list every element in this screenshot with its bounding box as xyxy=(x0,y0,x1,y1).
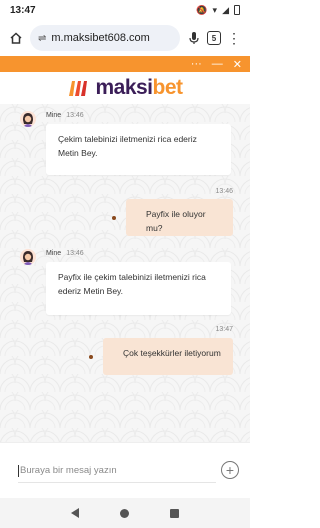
chat-messages[interactable]: Mine 13:46 Çekim talebinizi iletmenizi ri… xyxy=(0,104,250,442)
more-options-icon[interactable]: ··· xyxy=(191,58,202,70)
outgoing-message: Çok teşekkürler iletiyorum xyxy=(89,338,233,375)
status-bar: 13:47 🔕 ▾ ◢ xyxy=(0,0,250,20)
status-dot-icon xyxy=(89,354,93,359)
message-meta: Mine 13:46 xyxy=(46,112,84,119)
close-icon[interactable]: ✕ xyxy=(233,58,242,71)
back-icon[interactable] xyxy=(70,508,79,518)
signal-icon: ◢ xyxy=(222,4,229,15)
message-composer: Buraya bir mesaj yazın + xyxy=(0,442,250,498)
battery-icon xyxy=(234,5,240,15)
message-text: Payfix ile oluyor mu? xyxy=(146,209,206,233)
text-caret xyxy=(18,464,19,477)
chat-widget-header: ··· — ✕ xyxy=(0,56,250,72)
message-text: Payfix ile çekim talebinizi iletmenizi r… xyxy=(58,272,206,296)
minimize-icon[interactable]: — xyxy=(212,58,223,70)
status-time: 13:47 xyxy=(10,4,36,16)
message-time: 13:46 xyxy=(66,250,84,257)
outgoing-message: Payfix ile oluyor mu? xyxy=(112,199,233,236)
add-attachment-button[interactable]: + xyxy=(221,461,239,479)
microphone-icon[interactable] xyxy=(184,28,204,48)
system-icons: 🔕 ▾ ◢ xyxy=(196,5,240,16)
brand-header: maksibet xyxy=(0,72,250,104)
system-navigation-bar xyxy=(0,498,250,528)
more-menu-icon[interactable]: ⋮ xyxy=(224,28,244,48)
message-text: Çekim talebinizi iletmenizi rica ederiz … xyxy=(58,134,197,158)
tab-switcher-button[interactable]: 5 xyxy=(204,28,224,48)
brand-name-part1: maksi xyxy=(95,76,153,99)
status-dot-icon xyxy=(112,215,116,220)
browser-toolbar: ⇌ m.maksibet608.com 5 ⋮ xyxy=(0,20,250,56)
recent-apps-icon[interactable] xyxy=(170,508,180,518)
tab-count: 5 xyxy=(207,31,221,45)
url-text: m.maksibet608.com xyxy=(51,32,150,44)
message-time: 13:46 xyxy=(215,188,233,195)
message-time: 13:46 xyxy=(66,112,84,119)
incoming-message: Payfix ile çekim talebinizi iletmenizi r… xyxy=(46,262,231,315)
message-time: 13:47 xyxy=(215,326,233,333)
message-input[interactable]: Buraya bir mesaj yazın xyxy=(18,459,216,483)
logo-mark-icon xyxy=(69,81,88,96)
agent-avatar xyxy=(20,249,36,265)
plus-icon: + xyxy=(225,462,235,478)
wifi-icon: ▾ xyxy=(212,4,218,15)
message-input-placeholder: Buraya bir mesaj yazın xyxy=(20,465,117,476)
home-circle-icon[interactable] xyxy=(119,508,129,518)
mute-icon: 🔕 xyxy=(196,4,208,15)
agent-avatar xyxy=(20,111,36,127)
brand-name-part2: bet xyxy=(152,76,184,99)
message-meta: Mine 13:46 xyxy=(46,250,84,257)
sender-name: Mine xyxy=(46,112,62,119)
message-text: Çok teşekkürler iletiyorum xyxy=(123,348,221,358)
logo: maksibet xyxy=(67,76,184,100)
incoming-message: Çekim talebinizi iletmenizi rica ederiz … xyxy=(46,124,231,175)
home-icon[interactable] xyxy=(6,28,26,48)
sender-name: Mine xyxy=(46,250,62,257)
address-bar[interactable]: ⇌ m.maksibet608.com xyxy=(30,25,180,51)
site-settings-icon[interactable]: ⇌ xyxy=(38,33,46,44)
